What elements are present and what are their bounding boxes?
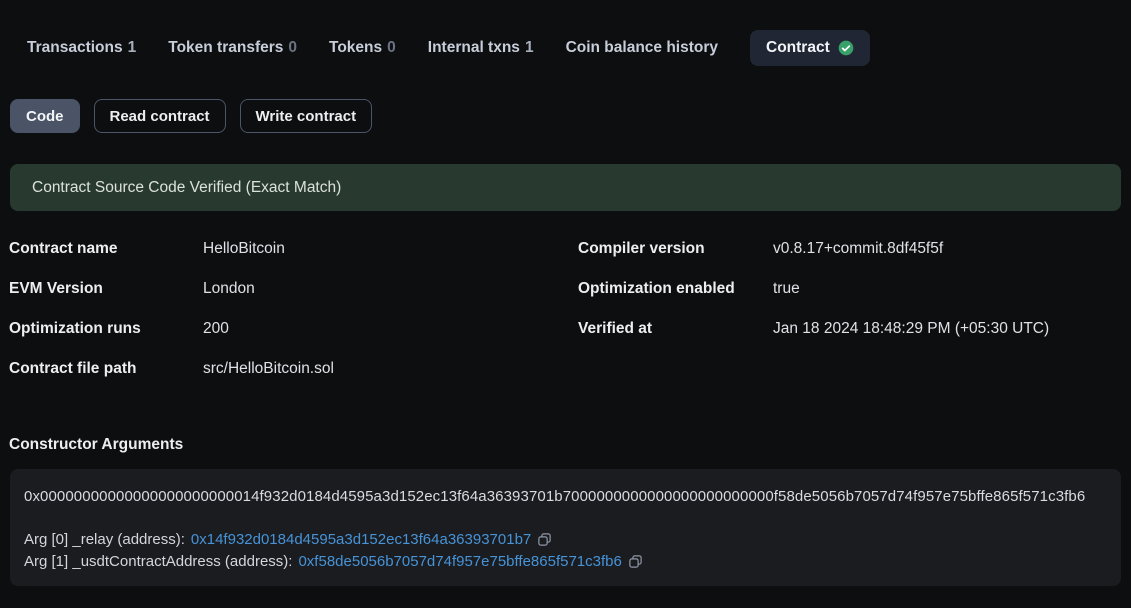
tab-token-transfers[interactable]: Token transfers 0 bbox=[168, 39, 297, 57]
info-label: EVM Version bbox=[9, 279, 203, 299]
verification-banner: Contract Source Code Verified (Exact Mat… bbox=[10, 164, 1121, 211]
tab-count: 0 bbox=[387, 39, 396, 56]
tab-coin-balance-history[interactable]: Coin balance history bbox=[566, 39, 718, 57]
tab-label: Coin balance history bbox=[566, 39, 718, 56]
info-label: Optimization enabled bbox=[578, 279, 773, 299]
arg-address-link[interactable]: 0x14f932d0184d4595a3d152ec13f64a36393701… bbox=[191, 529, 531, 551]
code-button[interactable]: Code bbox=[10, 99, 80, 133]
tab-label: Transactions bbox=[27, 39, 123, 56]
constructor-arg-1: Arg [1] _usdtContractAddress (address): … bbox=[24, 551, 1107, 573]
info-label: Contract file path bbox=[9, 359, 203, 379]
info-row-compiler-version: Compiler version v0.8.17+commit.8df45f5f bbox=[578, 239, 1131, 259]
copy-icon[interactable] bbox=[628, 554, 643, 569]
info-value: HelloBitcoin bbox=[203, 239, 285, 259]
verified-check-icon bbox=[838, 40, 854, 56]
constructor-arguments-heading: Constructor Arguments bbox=[9, 435, 1131, 455]
tab-label: Tokens bbox=[329, 39, 382, 56]
info-label: Compiler version bbox=[578, 239, 773, 259]
info-label: Contract name bbox=[9, 239, 203, 259]
copy-icon[interactable] bbox=[537, 532, 552, 547]
verification-banner-text: Contract Source Code Verified (Exact Mat… bbox=[32, 179, 341, 197]
tab-label: Contract bbox=[766, 39, 830, 57]
tab-contract-selected[interactable]: Contract bbox=[750, 30, 870, 66]
info-value: src/HelloBitcoin.sol bbox=[203, 359, 334, 379]
tab-transactions[interactable]: Transactions 1 bbox=[27, 39, 136, 57]
read-contract-button[interactable]: Read contract bbox=[94, 99, 226, 133]
info-row-contract-file-path: Contract file path src/HelloBitcoin.sol bbox=[9, 359, 578, 379]
info-row-contract-name: Contract name HelloBitcoin bbox=[9, 239, 578, 259]
tab-label: Token transfers bbox=[168, 39, 283, 56]
info-value: 200 bbox=[203, 319, 229, 339]
constructor-arg-0: Arg [0] _relay (address): 0x14f932d0184d… bbox=[24, 529, 1107, 551]
contract-info-right-column: Compiler version v0.8.17+commit.8df45f5f… bbox=[578, 239, 1131, 399]
tab-count: 1 bbox=[128, 39, 137, 56]
info-value: London bbox=[203, 279, 255, 299]
tab-label: Internal txns bbox=[428, 39, 520, 56]
contract-info: Contract name HelloBitcoin EVM Version L… bbox=[9, 239, 1131, 399]
tab-internal-txns[interactable]: Internal txns 1 bbox=[428, 39, 534, 57]
constructor-raw-data: 0x00000000000000000000000014f932d0184d45… bbox=[24, 487, 1107, 507]
info-row-verified-at: Verified at Jan 18 2024 18:48:29 PM (+05… bbox=[578, 319, 1131, 339]
tab-tokens[interactable]: Tokens 0 bbox=[329, 39, 396, 57]
tab-count: 1 bbox=[525, 39, 534, 56]
info-row-evm-version: EVM Version London bbox=[9, 279, 578, 299]
decoded-arguments: Arg [0] _relay (address): 0x14f932d0184d… bbox=[24, 529, 1107, 572]
info-value: v0.8.17+commit.8df45f5f bbox=[773, 239, 943, 259]
constructor-arguments-box: 0x00000000000000000000000014f932d0184d45… bbox=[10, 469, 1121, 586]
arg-address-link[interactable]: 0xf58de5056b7057d74f957e75bffe865f571c3f… bbox=[298, 551, 621, 573]
arg-prefix: Arg [0] _relay (address): bbox=[24, 529, 185, 551]
tab-bar: Transactions 1 Token transfers 0 Tokens 0 I… bbox=[0, 30, 1131, 66]
write-contract-button[interactable]: Write contract bbox=[240, 99, 373, 133]
tab-count: 0 bbox=[288, 39, 297, 56]
contract-info-left-column: Contract name HelloBitcoin EVM Version L… bbox=[9, 239, 578, 399]
info-row-optimization-enabled: Optimization enabled true bbox=[578, 279, 1131, 299]
info-row-optimization-runs: Optimization runs 200 bbox=[9, 319, 578, 339]
info-label: Verified at bbox=[578, 319, 773, 339]
info-value: Jan 18 2024 18:48:29 PM (+05:30 UTC) bbox=[773, 319, 1049, 339]
contract-subtabs: Code Read contract Write contract bbox=[10, 99, 1131, 133]
info-value: true bbox=[773, 279, 800, 299]
info-label: Optimization runs bbox=[9, 319, 203, 339]
arg-prefix: Arg [1] _usdtContractAddress (address): bbox=[24, 551, 292, 573]
